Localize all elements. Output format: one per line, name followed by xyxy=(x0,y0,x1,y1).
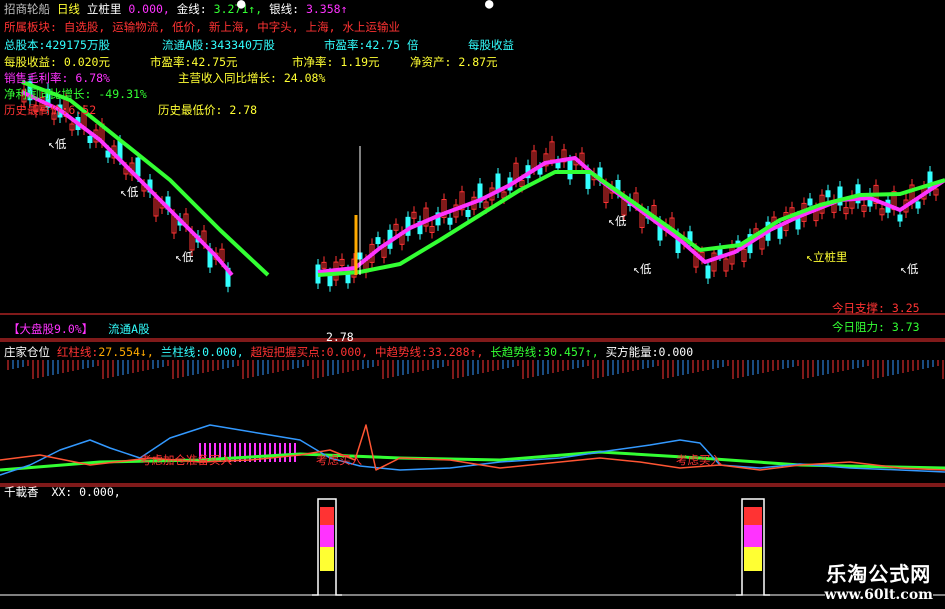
candle xyxy=(375,237,381,245)
total-shares: 总股本:429175万股 xyxy=(4,38,110,52)
market-cap-badge: 【大盘股9.0%】 xyxy=(8,322,94,336)
float-a-label: 流通A股 xyxy=(108,322,150,336)
candle xyxy=(825,190,831,198)
signal-block-red xyxy=(744,507,762,525)
indicator-value: 0.000, xyxy=(128,2,170,16)
signal-block-magenta xyxy=(744,525,762,547)
revenue-growth: 主营收入同比增长: 24.08% xyxy=(178,71,326,85)
signal-annotation: 考虑买入 xyxy=(316,453,362,467)
price-pane[interactable]: 招商轮船 日线 立桩里 0.000, 金线: 3.271↑, 银线: 3.358… xyxy=(0,0,945,340)
signal-annotation: 考虑买入 xyxy=(676,453,722,467)
indicator-header: 庄家仓位 红柱线:27.554↓, 兰柱线:0.000, 超短把握买点:0.00… xyxy=(4,345,694,359)
signal-title: 千載香 xyxy=(4,485,39,499)
signal-annotation: 考虑加仓准备买入 xyxy=(140,453,232,467)
signal-chart[interactable] xyxy=(0,485,945,609)
today-support: 今日支撑: 3.25 xyxy=(832,301,920,315)
today-resistance: 今日阻力: 3.73 xyxy=(832,320,920,334)
candle xyxy=(447,217,453,225)
signal-block-yellow xyxy=(744,547,762,571)
historic-low: 历史最低价: 2.78 xyxy=(158,103,258,117)
signal-header: 千載香 XX: 0.000, xyxy=(4,485,121,499)
low-marker: ↖低 xyxy=(48,137,67,151)
candle xyxy=(807,198,813,206)
low-marker: ↖低 xyxy=(608,214,627,228)
gold-line-label: 金线: xyxy=(176,2,207,16)
indicator-name: 立桩里 xyxy=(86,2,122,16)
gross-margin: 销售毛利率: 6.78% xyxy=(4,71,110,85)
historic-high: 历史最高价:6.52 xyxy=(4,103,97,117)
signal-xx-value: XX: 0.000, xyxy=(51,485,121,499)
stock-name: 招商轮船 xyxy=(4,2,50,16)
signal-block-yellow xyxy=(320,547,334,571)
eps: 每股收益: 0.020元 xyxy=(4,55,110,69)
candle xyxy=(567,160,573,180)
candle xyxy=(135,157,141,177)
stock-chart-window: 招商轮船 日线 立桩里 0.000, 金线: 3.271↑, 银线: 3.358… xyxy=(0,0,945,609)
sector-line: 所属板块: 自选股, 运输物流, 低价, 新上海, 中字头, 上海, 水上运输业 xyxy=(4,20,400,34)
silver-line-value: 3.358↑ xyxy=(305,2,348,16)
sector-label: 所属板块: xyxy=(4,20,57,34)
candle xyxy=(717,248,723,256)
dot-marker: ● xyxy=(485,0,494,12)
blue-position-line xyxy=(0,424,945,476)
candle xyxy=(87,136,93,143)
signal-pane[interactable]: 千載香 XX: 0.000, xyxy=(0,485,945,609)
low-marker: ↖低 xyxy=(633,262,652,276)
pe-ratio: 市盈率:42.75元 xyxy=(150,55,238,69)
eps-label: 每股收益 xyxy=(468,38,514,52)
low-marker: ↖低 xyxy=(175,250,194,264)
candle xyxy=(915,201,921,209)
candle xyxy=(465,210,471,217)
header-line: 招商轮船 日线 立桩里 0.000, 金线: 3.271↑, 银线: 3.358… xyxy=(4,2,348,16)
candle xyxy=(897,214,903,222)
low-price-label: 2.78 xyxy=(326,330,354,344)
position-indicator-pane[interactable]: 【大盘股9.0%】 流通A股 2.78 庄家仓位 红柱线:27.554↓, 兰柱… xyxy=(0,322,945,485)
sector-value: 自选股, 运输物流, 低价, 新上海, 中字头, 上海, 水上运输业 xyxy=(63,20,400,34)
period-label[interactable]: 日线 xyxy=(57,2,80,16)
watermark-logo: 乐淘公式网 www.60lt.com xyxy=(824,558,933,603)
candle xyxy=(705,265,711,279)
net-assets: 净资产: 2.87元 xyxy=(410,55,498,69)
signal-block-magenta xyxy=(320,525,334,547)
float-a-shares: 流通A股:343340万股 xyxy=(162,38,275,52)
dot-marker: ● xyxy=(237,0,246,12)
gold-ma-line xyxy=(317,170,945,277)
indicator-title: 庄家仓位 xyxy=(4,345,50,359)
low-marker: ↖低 xyxy=(900,262,919,276)
silver-line-label: 银线: xyxy=(269,2,300,16)
profit-growth: 净利润同比增长: -49.31% xyxy=(4,87,147,101)
pile-marker: ↖立桩里 xyxy=(806,250,848,264)
pb-ratio: 市净率: 1.19元 xyxy=(292,55,380,69)
signal-block-red xyxy=(320,507,334,525)
market-cap-line: 【大盘股9.0%】 流通A股 xyxy=(8,322,150,336)
low-marker: ↖低 xyxy=(120,185,139,199)
pe-ratio-ttm: 市盈率:42.75 倍 xyxy=(324,38,419,52)
